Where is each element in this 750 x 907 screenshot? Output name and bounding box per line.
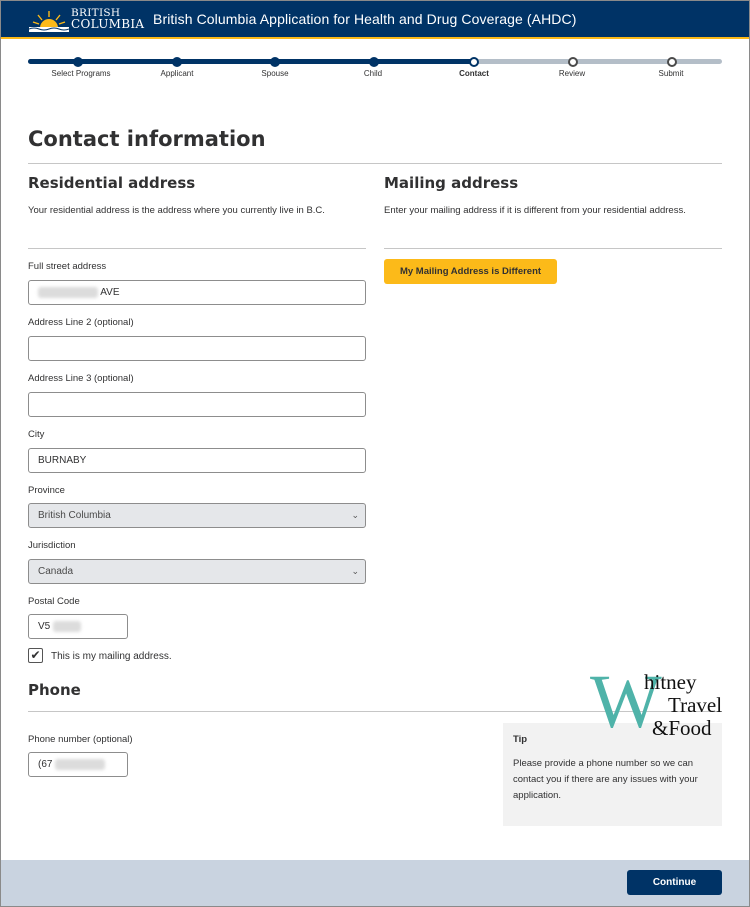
city-value: BURNABY [38,455,87,466]
step-dot-contact[interactable] [469,57,479,67]
phone-heading: Phone [28,681,81,699]
redacted-text [55,758,106,770]
province-value: British Columbia [38,510,111,521]
chevron-down-icon: ⌄ [351,510,359,520]
postal-code-label: Postal Code [28,596,80,607]
step-dot-review[interactable] [568,57,578,67]
province-select[interactable]: British Columbia ⌄ [28,503,366,528]
step-label-child[interactable]: Child [328,69,418,78]
sun-logo-icon [29,11,69,32]
address-line2-label: Address Line 2 (optional) [28,317,134,328]
residential-description: Your residential address is the address … [28,205,325,216]
logo-line2: COLUMBIA [71,17,145,31]
redacted-text [38,286,98,298]
progress-fill [28,59,474,64]
mailing-address-different-button[interactable]: My Mailing Address is Different [384,259,557,284]
watermark-line3: &Food [652,716,712,740]
redacted-text [53,620,82,632]
step-dot-select-programs[interactable] [73,57,83,67]
province-label: Province [28,485,65,496]
residential-heading: Residential address [28,174,196,192]
step-label-contact[interactable]: Contact [429,69,519,78]
step-label-select-programs[interactable]: Select Programs [36,69,126,78]
step-dot-submit[interactable] [667,57,677,67]
step-dot-spouse[interactable] [270,57,280,67]
city-input[interactable]: BURNABY [28,448,366,473]
step-dot-applicant[interactable] [172,57,182,67]
residential-divider [28,248,366,249]
jurisdiction-label: Jurisdiction [28,540,76,551]
chevron-down-icon: ⌄ [351,566,359,576]
watermark-line2: Travel [668,693,723,717]
step-label-review[interactable]: Review [527,69,617,78]
address-line3-label: Address Line 3 (optional) [28,373,134,384]
watermark-line1: hitney [644,670,697,694]
street-label: Full street address [28,261,107,272]
step-label-submit[interactable]: Submit [626,69,716,78]
phone-label: Phone number (optional) [28,734,133,745]
watermark-logo: W hitney Travel &Food [588,664,746,742]
page-title: Contact information [28,127,266,151]
street-address-input[interactable]: AVE [28,280,366,305]
step-label-applicant[interactable]: Applicant [132,69,222,78]
mailing-divider [384,248,722,249]
bc-logo[interactable]: BRITISH COLUMBIA [27,5,144,35]
street-address-value: AVE [100,287,120,298]
step-dot-child[interactable] [369,57,379,67]
app-header: BRITISH COLUMBIA British Columbia Applic… [1,1,749,39]
app-title: British Columbia Application for Health … [153,11,577,27]
phone-input[interactable]: (67 [28,752,128,777]
mailing-address-checkbox-label[interactable]: This is my mailing address. [51,651,172,662]
tip-text: Please provide a phone number so we can … [513,758,698,801]
address-line3-input[interactable] [28,392,366,417]
mailing-description: Enter your mailing address if it is diff… [384,205,686,216]
title-divider [28,163,722,164]
phone-value: (67 [38,759,53,770]
continue-button[interactable]: Continue [627,870,722,895]
logo-text: BRITISH COLUMBIA [71,8,145,31]
jurisdiction-select[interactable]: Canada ⌄ [28,559,366,584]
checkmark-icon: ✔ [30,648,41,662]
tip-title: Tip [513,734,528,745]
mailing-address-checkbox[interactable]: ✔ [28,648,43,663]
jurisdiction-value: Canada [38,566,74,577]
postal-code-input[interactable]: V5 [28,614,128,639]
mailing-heading: Mailing address [384,174,519,192]
step-label-spouse[interactable]: Spouse [230,69,320,78]
city-label: City [28,429,45,440]
address-line2-input[interactable] [28,336,366,361]
postal-code-value: V5 [38,621,51,632]
